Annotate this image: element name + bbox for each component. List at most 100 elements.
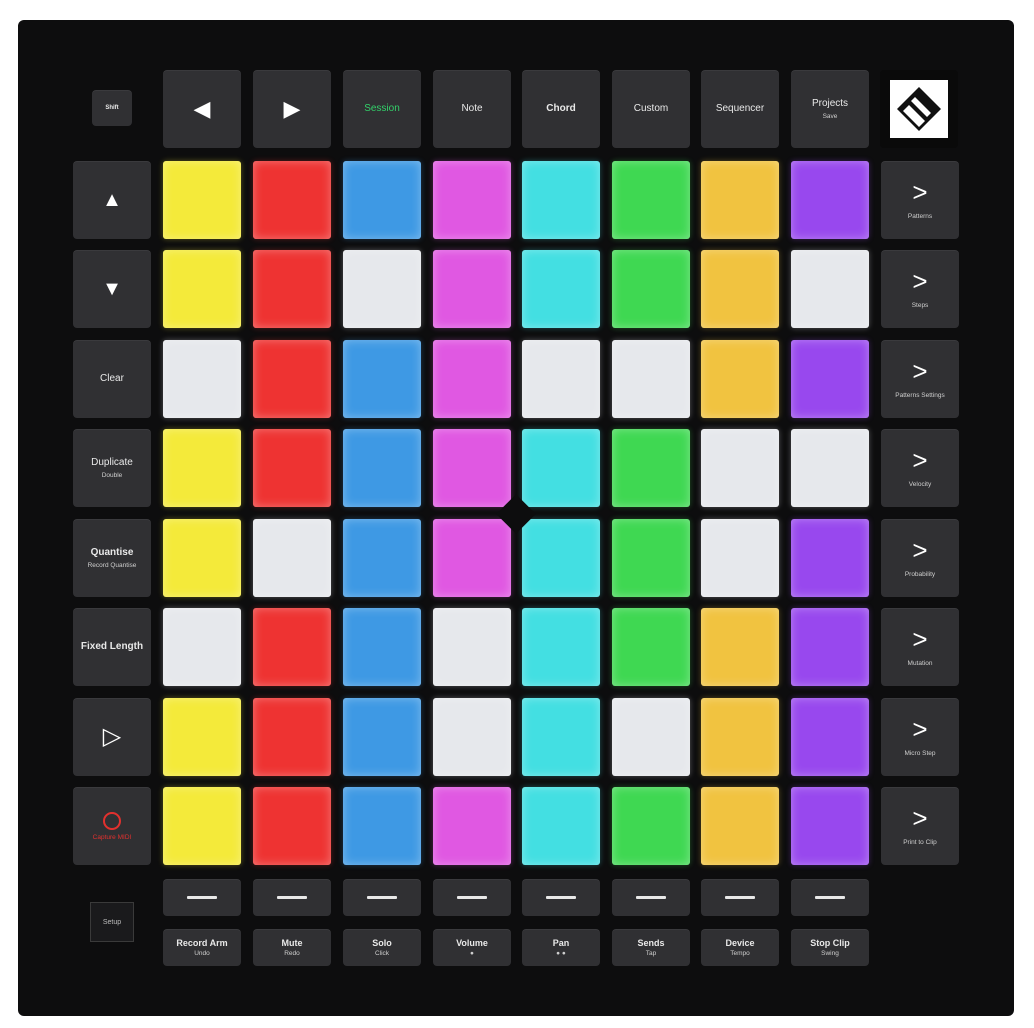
pad-r4-c2[interactable] [253,429,331,507]
pad-r8-c6[interactable] [612,787,690,865]
pad-r1-c8[interactable] [791,161,869,239]
pad-r4-c7[interactable] [701,429,779,507]
pad-r8-c7[interactable] [701,787,779,865]
track-select-button-1[interactable] [163,879,241,916]
pad-r3-c7[interactable] [701,340,779,418]
pad-r2-c6[interactable] [612,250,690,328]
track-mode-button-8[interactable]: Stop Clip Swing [791,929,869,966]
pad-r7-c2[interactable] [253,698,331,776]
pad-r1-c4[interactable] [433,161,511,239]
pad-r1-c5[interactable] [522,161,600,239]
pad-r5-c6[interactable] [612,519,690,597]
pad-r2-c1[interactable] [163,250,241,328]
pad-r3-c8[interactable] [791,340,869,418]
pad-r6-c7[interactable] [701,608,779,686]
pad-r1-c6[interactable] [612,161,690,239]
pad-r1-c3[interactable] [343,161,421,239]
track-mode-button-5[interactable]: Pan ● ● [522,929,600,966]
arrow-left-button[interactable]: ◀ [163,70,241,148]
shift-button[interactable]: Shift [92,90,132,126]
pad-r8-c4[interactable] [433,787,511,865]
setup-button[interactable]: Setup [90,902,134,942]
pad-r3-c6[interactable] [612,340,690,418]
pad-r2-c8[interactable] [791,250,869,328]
pad-r2-c2[interactable] [253,250,331,328]
capture-midi-button[interactable]: Capture MIDI [73,787,151,865]
scene-launch-button-7[interactable]: > Micro Step [881,698,959,776]
pad-r7-c1[interactable] [163,698,241,776]
track-mode-button-7[interactable]: Device Tempo [701,929,779,966]
track-select-button-4[interactable] [433,879,511,916]
scene-launch-button-8[interactable]: > Print to Clip [881,787,959,865]
pad-r6-c8[interactable] [791,608,869,686]
track-mode-button-1[interactable]: Record Arm Undo [163,929,241,966]
session-button[interactable]: Session [343,70,421,148]
sequencer-button[interactable]: Sequencer [701,70,779,148]
track-select-button-6[interactable] [612,879,690,916]
pad-r6-c5[interactable] [522,608,600,686]
pad-r2-c4[interactable] [433,250,511,328]
pad-r6-c3[interactable] [343,608,421,686]
up-button[interactable]: ▲ [73,161,151,239]
pad-r4-c1[interactable] [163,429,241,507]
pad-r4-c4[interactable] [433,429,511,507]
chord-button[interactable]: Chord [522,70,600,148]
pad-r4-c6[interactable] [612,429,690,507]
clear-button[interactable]: Clear [73,340,151,418]
fixed-length-button[interactable]: Fixed Length [73,608,151,686]
pad-r7-c7[interactable] [701,698,779,776]
pad-r3-c3[interactable] [343,340,421,418]
pad-r8-c1[interactable] [163,787,241,865]
pad-r7-c4[interactable] [433,698,511,776]
pad-r6-c6[interactable] [612,608,690,686]
pad-r6-c4[interactable] [433,608,511,686]
pad-r5-c3[interactable] [343,519,421,597]
scene-launch-button-3[interactable]: > Patterns Settings [881,340,959,418]
pad-r6-c2[interactable] [253,608,331,686]
pad-r4-c5[interactable] [522,429,600,507]
note-button[interactable]: Note [433,70,511,148]
play-button[interactable]: ▷ [73,698,151,776]
track-mode-button-6[interactable]: Sends Tap [612,929,690,966]
track-select-button-3[interactable] [343,879,421,916]
pad-r8-c3[interactable] [343,787,421,865]
track-mode-button-3[interactable]: Solo Click [343,929,421,966]
pad-r2-c3[interactable] [343,250,421,328]
scene-launch-button-4[interactable]: > Velocity [881,429,959,507]
pad-r3-c5[interactable] [522,340,600,418]
pad-r5-c4[interactable] [433,519,511,597]
track-mode-button-2[interactable]: Mute Redo [253,929,331,966]
pad-r5-c1[interactable] [163,519,241,597]
pad-r8-c2[interactable] [253,787,331,865]
pad-r5-c7[interactable] [701,519,779,597]
pad-r8-c8[interactable] [791,787,869,865]
down-button[interactable]: ▼ [73,250,151,328]
track-mode-button-4[interactable]: Volume ● [433,929,511,966]
pad-r7-c6[interactable] [612,698,690,776]
pad-r2-c7[interactable] [701,250,779,328]
pad-r1-c2[interactable] [253,161,331,239]
pad-r2-c5[interactable] [522,250,600,328]
pad-r3-c2[interactable] [253,340,331,418]
track-select-button-5[interactable] [522,879,600,916]
scene-launch-button-5[interactable]: > Probability [881,519,959,597]
pad-r5-c8[interactable] [791,519,869,597]
track-select-button-8[interactable] [791,879,869,916]
quantise-button[interactable]: Quantise Record Quantise [73,519,151,597]
pad-r4-c3[interactable] [343,429,421,507]
pad-r4-c8[interactable] [791,429,869,507]
pad-r7-c8[interactable] [791,698,869,776]
pad-r7-c5[interactable] [522,698,600,776]
track-select-button-2[interactable] [253,879,331,916]
custom-button[interactable]: Custom [612,70,690,148]
pad-r6-c1[interactable] [163,608,241,686]
pad-r3-c1[interactable] [163,340,241,418]
scene-launch-button-1[interactable]: > Patterns [881,161,959,239]
pad-r7-c3[interactable] [343,698,421,776]
pad-r5-c2[interactable] [253,519,331,597]
pad-r3-c4[interactable] [433,340,511,418]
scene-launch-button-2[interactable]: > Steps [881,250,959,328]
projects-button[interactable]: Projects Save [791,70,869,148]
pad-r1-c1[interactable] [163,161,241,239]
arrow-right-button[interactable]: ▶ [253,70,331,148]
